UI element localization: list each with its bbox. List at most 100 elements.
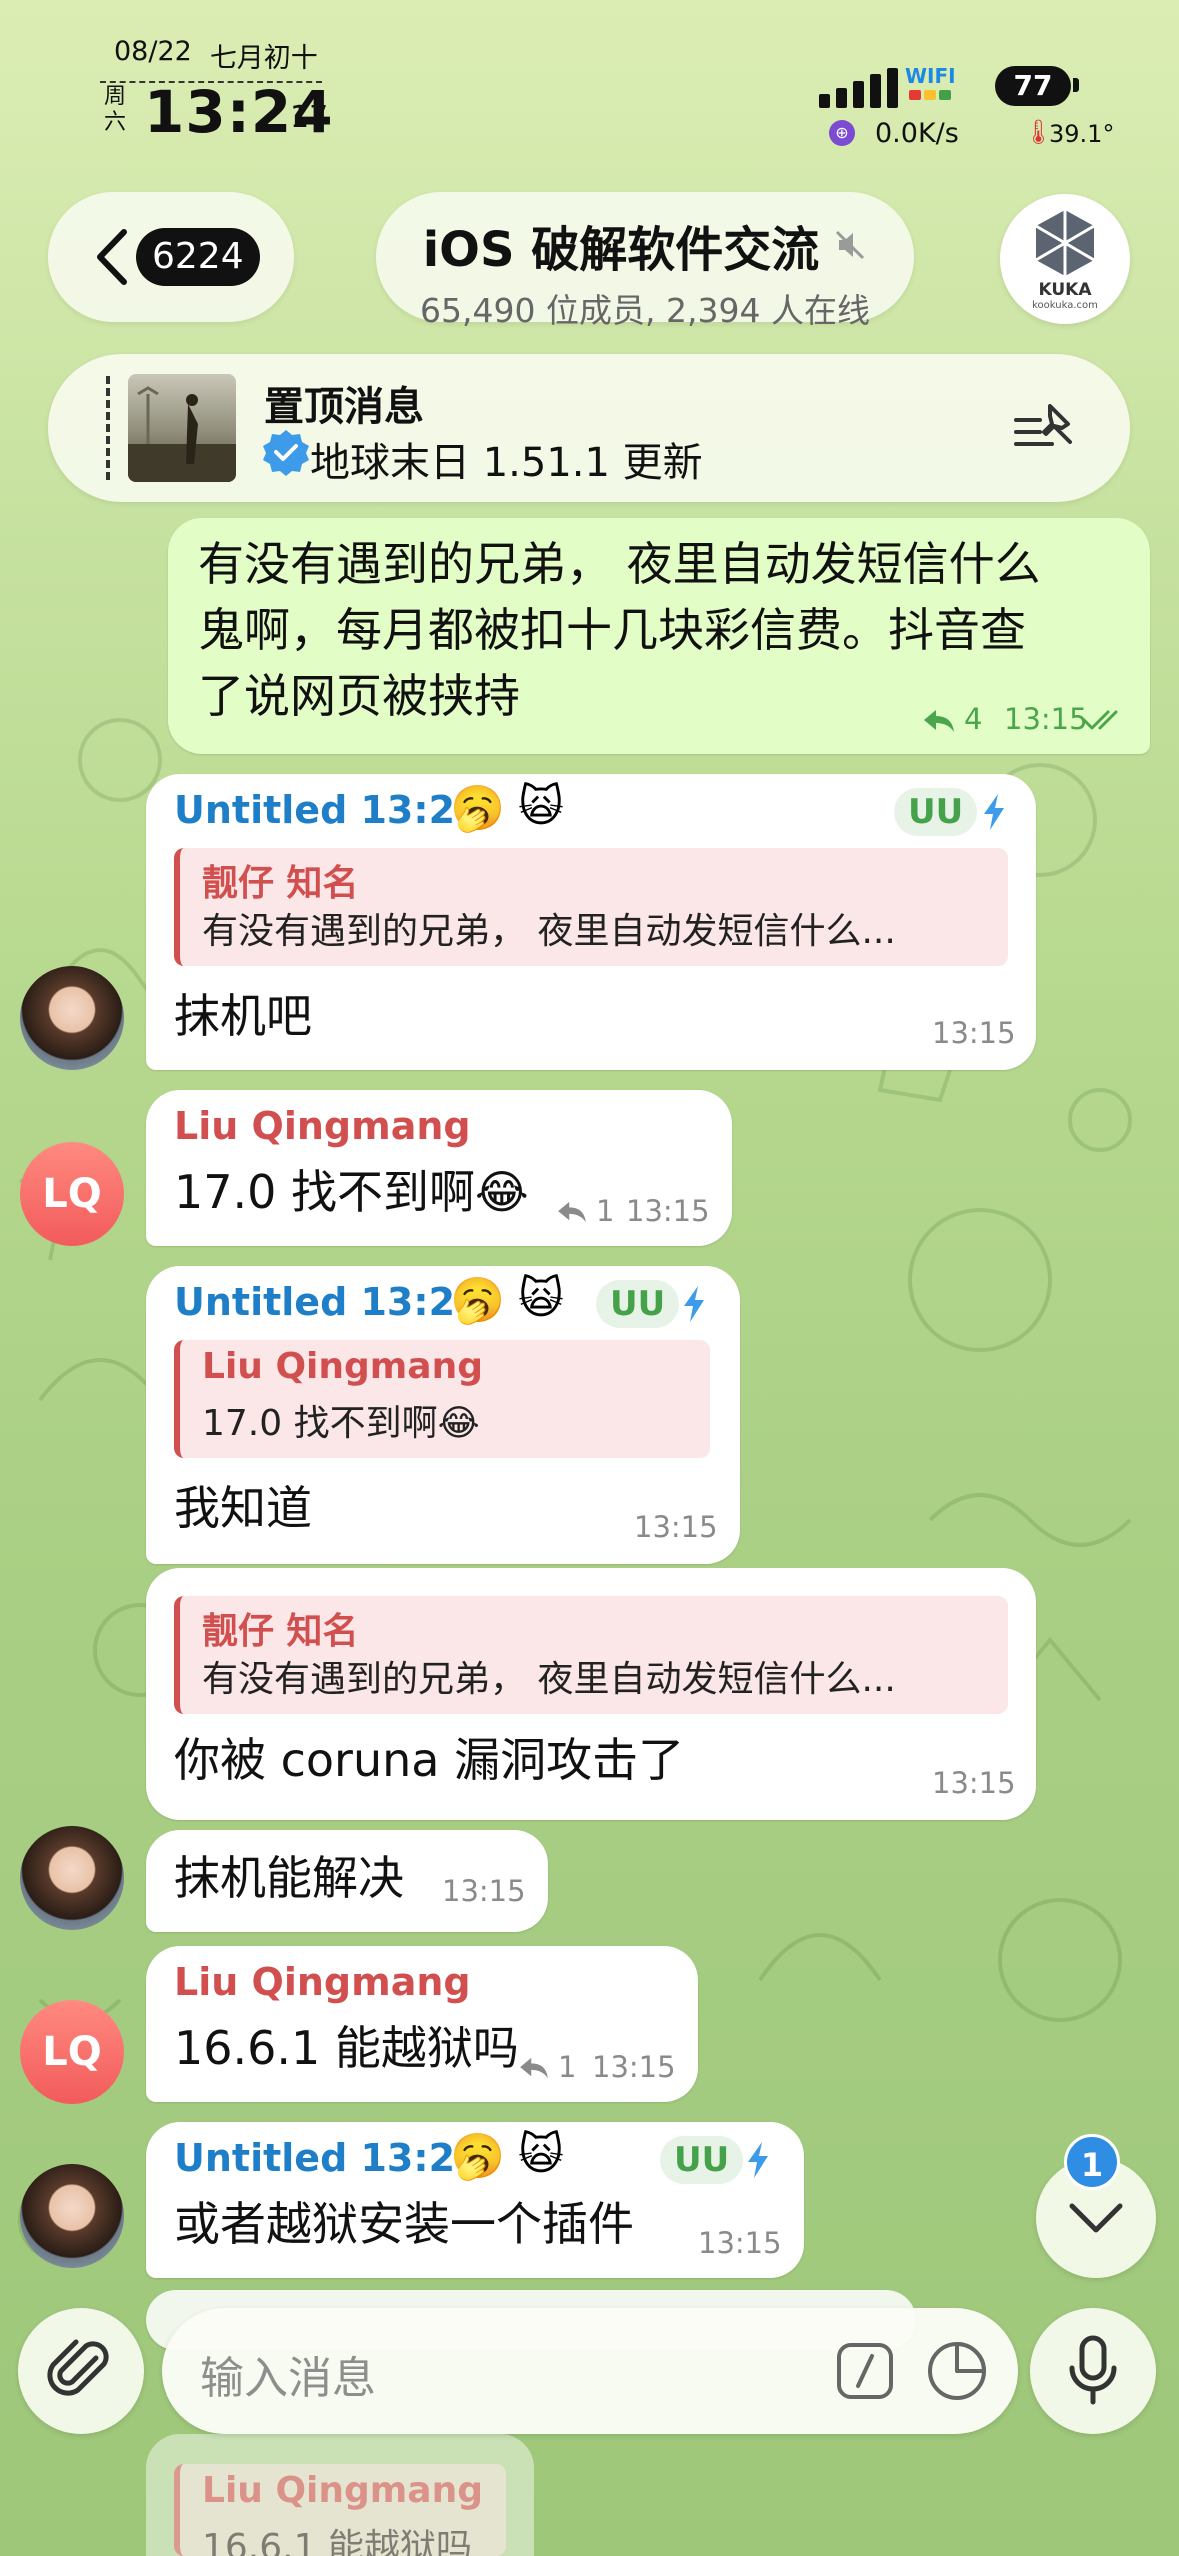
sender-name[interactable]: Untitled 13:24 — [174, 788, 481, 832]
uu-badge: UU — [894, 788, 978, 836]
scream-cat-emoji: 🙀 — [518, 781, 564, 832]
yawn-emoji: 🥱 — [450, 2131, 505, 2182]
wifi-label: WIFI — [905, 64, 956, 88]
message-text: 抹机能解决 — [174, 1851, 404, 1905]
pinned-title: 置顶消息 — [264, 384, 424, 430]
chat-subtitle: 65,490 位成员, 2,394 人在线 — [420, 291, 870, 330]
status-bar-left: 08/22 七月初十 周六 13:24 17 — [100, 36, 340, 146]
uu-badge: UU — [660, 2136, 744, 2184]
status-seconds: 17 — [290, 100, 329, 135]
user-avatar[interactable] — [20, 2164, 124, 2268]
yawn-emoji: 🥱 — [450, 783, 505, 834]
status-date: 08/22 — [114, 36, 192, 67]
muted-icon — [836, 230, 865, 260]
yawn-emoji: 🥱 — [450, 1275, 505, 1326]
battery-indicator: 77 — [995, 66, 1071, 106]
message-time: 13:15 — [932, 1766, 1016, 1800]
double-check-icon — [1082, 710, 1118, 730]
verified-badge-icon — [263, 430, 309, 476]
sender-name[interactable]: Liu Qingmang — [174, 1104, 471, 1148]
chat-title: iOS 破解软件交流 — [422, 222, 820, 278]
message-text-line: 鬼啊，每月都被扣十几块彩信费。抖音查 — [198, 603, 1026, 657]
pinned-text: 地球末日 1.51.1 更新 — [310, 440, 703, 486]
bolt-icon — [984, 794, 1004, 830]
net-speed: 0.0K/s — [875, 118, 959, 149]
quoted-text: 有没有遇到的兄弟， 夜里自动发短信什么... — [202, 1659, 896, 1700]
voice-message-button[interactable] — [1030, 2308, 1156, 2434]
quoted-reply[interactable]: 靓仔 知名 有没有遇到的兄弟， 夜里自动发短信什么... — [174, 848, 1008, 966]
scream-cat-emoji: 🙀 — [518, 2129, 564, 2180]
message-time: 13:15 — [592, 2050, 676, 2084]
quoted-reply[interactable]: Liu Qingmang 17.0 找不到啊😂 — [174, 1340, 710, 1458]
bolt-icon — [684, 1286, 704, 1322]
message-time: 13:15 — [634, 1510, 718, 1544]
message-text: 或者越狱安装一个插件 — [174, 2197, 634, 2251]
quoted-sender: Liu Qingmang — [202, 1346, 483, 1387]
status-lunar-date: 七月初十 — [209, 43, 318, 74]
incoming-message[interactable]: 靓仔 知名 有没有遇到的兄弟， 夜里自动发短信什么... 你被 coruna 漏… — [146, 1568, 1036, 1820]
globe-icon: ⊕ — [829, 120, 855, 146]
user-avatar[interactable]: LQ — [20, 2000, 124, 2104]
quoted-reply: Liu Qingmang 16.6.1 能越狱吗 — [174, 2464, 506, 2556]
unread-count-badge: 6224 — [136, 228, 260, 286]
user-avatar[interactable]: LQ — [20, 1142, 124, 1246]
reply-count: 1 — [596, 1194, 615, 1228]
pinned-list-icon[interactable] — [1012, 398, 1078, 454]
unread-badge: 1 — [1064, 2134, 1120, 2190]
sender-name[interactable]: Liu Qingmang — [174, 1960, 471, 2004]
reply-count: 4 — [964, 702, 983, 736]
incoming-message-faded: Liu Qingmang 16.6.1 能越狱吗 — [146, 2434, 534, 2556]
pinned-thumbnail — [128, 374, 236, 482]
quoted-text: 16.6.1 能越狱吗 — [202, 2527, 472, 2556]
quoted-sender: 靓仔 知名 — [202, 863, 359, 904]
chevron-down-icon — [1069, 2203, 1123, 2233]
reply-arrow-icon — [520, 2057, 548, 2079]
attach-button[interactable] — [18, 2308, 144, 2434]
temperature: 39.1° — [1049, 120, 1115, 148]
user-avatar[interactable] — [20, 966, 124, 1070]
message-time: 13:15 — [1004, 702, 1088, 736]
incoming-message[interactable]: Untitled 13:24 🥱 🙀 UU 或者越狱安装一个插件 13:15 — [146, 2122, 804, 2278]
sender-name[interactable]: Untitled 13:24 — [174, 2136, 481, 2180]
back-button[interactable]: 6224 — [48, 192, 294, 322]
message-time: 13:15 — [626, 1194, 710, 1228]
incoming-message[interactable]: Liu Qingmang 17.0 找不到啊😂 1 13:15 — [146, 1090, 732, 1246]
status-weekday: 周六 — [103, 84, 126, 135]
quoted-reply[interactable]: 靓仔 知名 有没有遇到的兄弟， 夜里自动发短信什么... — [174, 1596, 1008, 1714]
bot-command-icon[interactable] — [836, 2342, 894, 2400]
microphone-icon — [1069, 2335, 1117, 2405]
message-time: 13:15 — [698, 2226, 782, 2260]
bolt-icon — [748, 2142, 768, 2178]
incoming-message[interactable]: Untitled 13:24 🥱 🙀 UU Liu Qingmang 17.0 … — [146, 1266, 740, 1564]
message-text-line: 有没有遇到的兄弟， 夜里自动发短信什么 — [198, 537, 1041, 591]
sticker-icon[interactable] — [926, 2340, 988, 2402]
outgoing-message[interactable]: 有没有遇到的兄弟， 夜里自动发短信什么 鬼啊，每月都被扣十几块彩信费。抖音查 了… — [168, 518, 1150, 754]
chat-title-header[interactable]: iOS 破解软件交流 65,490 位成员, 2,394 人在线 — [376, 192, 914, 330]
quoted-sender: 靓仔 知名 — [202, 1611, 359, 1652]
quoted-text: 17.0 找不到啊😂 — [202, 1403, 480, 1444]
scream-cat-emoji: 🙀 — [518, 1273, 564, 1324]
group-avatar[interactable]: KUKA kookuka.com — [1000, 194, 1130, 324]
message-input-placeholder: 输入消息 — [200, 2353, 376, 2404]
signal-icon — [819, 68, 898, 108]
kuka-logo-icon — [1035, 210, 1095, 276]
wifi-icon — [909, 90, 951, 100]
logo-subtext: kookuka.com — [1032, 300, 1098, 311]
incoming-message[interactable]: 抹机能解决 13:15 — [146, 1830, 548, 1932]
message-text: 17.0 找不到啊😂 — [174, 1165, 529, 1219]
reply-arrow-icon — [924, 710, 954, 732]
logo-text: KUKA — [1038, 280, 1092, 300]
message-input[interactable]: 输入消息 — [162, 2308, 1018, 2434]
pinned-message-bar[interactable]: 置顶消息 地球末日 1.51.1 更新 — [48, 354, 1130, 502]
incoming-message[interactable]: Untitled 13:24 🥱 🙀 UU 靓仔 知名 有没有遇到的兄弟， 夜里… — [146, 774, 1036, 1070]
paperclip-icon — [47, 2339, 109, 2396]
sender-name[interactable]: Untitled 13:24 — [174, 1280, 481, 1324]
uu-badge: UU — [596, 1280, 680, 1328]
user-avatar[interactable] — [20, 1826, 124, 1930]
message-text: 你被 coruna 漏洞攻击了 — [174, 1733, 685, 1787]
incoming-message[interactable]: Liu Qingmang 16.6.1 能越狱吗 1 13:15 — [146, 1946, 698, 2102]
reply-count: 1 — [558, 2050, 577, 2084]
status-bar-right: WIFI 77 ⊕ 0.0K/s 🌡 39.1° — [819, 62, 1159, 152]
message-text-line: 了说网页被挟持 — [198, 669, 520, 723]
message-text: 我知道 — [174, 1481, 312, 1535]
